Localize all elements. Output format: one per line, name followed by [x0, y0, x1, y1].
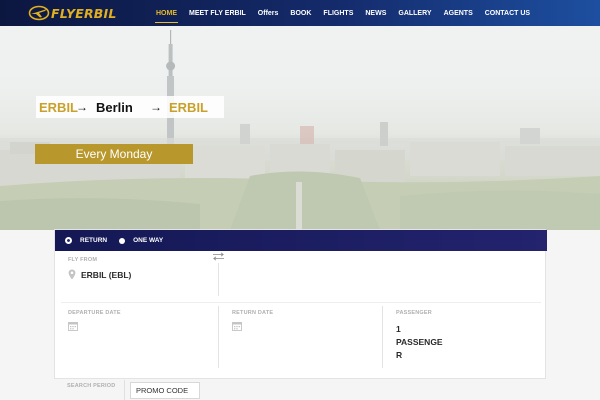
top-navbar: FLYERBIL HOME MEET FLY ERBIL Offers BOOK… [0, 0, 600, 26]
field-divider [218, 306, 219, 368]
radio-selected-icon[interactable] [65, 237, 72, 244]
calendar-icon[interactable] [68, 321, 78, 331]
route-origin: ERBIL [39, 99, 78, 115]
passenger-count-line[interactable]: R [396, 350, 402, 360]
passenger-count-line[interactable]: PASSENGE [396, 337, 443, 347]
departure-date-label: DEPARTURE DATE [68, 310, 121, 316]
trip-option-one-way[interactable]: ONE WAY [119, 230, 163, 251]
swap-arrows-icon[interactable] [212, 252, 225, 261]
field-divider [382, 306, 383, 368]
hero-banner: ERBIL → Berlin → ERBIL Every Monday [0, 26, 600, 230]
schedule-text: Every Monday [75, 147, 153, 161]
page: FLYERBIL HOME MEET FLY ERBIL Offers BOOK… [0, 0, 600, 400]
schedule-caption: Every Monday [35, 144, 193, 164]
nav-agents[interactable]: AGENTS [438, 0, 479, 26]
hero-overlay [0, 26, 600, 230]
nav-news[interactable]: NEWS [359, 0, 392, 26]
nav-home[interactable]: HOME [150, 0, 183, 26]
nav-contact-us[interactable]: CONTACT US [479, 0, 536, 26]
return-date-label: RETURN DATE [232, 310, 274, 316]
route-arrow-icon: → [150, 100, 162, 114]
nav-book[interactable]: BOOK [284, 0, 317, 26]
fly-from-value[interactable]: ERBIL (EBL) [81, 270, 131, 280]
passenger-count-line[interactable]: 1 [396, 324, 401, 334]
row-divider [61, 302, 541, 303]
trip-label-return: RETURN [80, 237, 108, 244]
route-arrow-icon: → [76, 100, 88, 114]
passenger-label: PASSENGER [396, 310, 432, 316]
brand-logo[interactable]: FLYERBIL [28, 4, 117, 22]
location-pin-icon [68, 269, 76, 280]
search-period-label: SEARCH PERIOD [67, 383, 116, 389]
nav-flights[interactable]: FLIGHTS [317, 0, 359, 26]
route-destination: Berlin [96, 99, 133, 115]
logo-text: FLYERBIL [51, 5, 117, 21]
trip-option-return[interactable]: RETURN [65, 230, 107, 251]
route-return: ERBIL [169, 99, 208, 115]
field-divider [124, 380, 125, 400]
fly-from-label: FLY FROM [68, 257, 98, 263]
field-divider [218, 263, 219, 296]
trip-label-one-way: ONE WAY [133, 237, 164, 244]
flight-search-panel: RETURN ONE WAY FLY FROM ERBIL (EBL) DEPA… [54, 229, 547, 379]
calendar-icon[interactable] [232, 321, 242, 331]
nav-gallery[interactable]: GALLERY [392, 0, 437, 26]
promo-code-input[interactable] [130, 382, 200, 399]
plane-logo-icon [28, 5, 50, 21]
route-caption: ERBIL → Berlin → ERBIL [36, 96, 224, 118]
nav-meet-fly-erbil[interactable]: MEET FLY ERBIL [183, 0, 252, 26]
radio-icon[interactable] [119, 237, 126, 244]
nav-offers[interactable]: Offers [252, 0, 285, 26]
main-nav: HOME MEET FLY ERBIL Offers BOOK FLIGHTS … [150, 0, 536, 26]
trip-type-bar: RETURN ONE WAY [55, 230, 547, 251]
